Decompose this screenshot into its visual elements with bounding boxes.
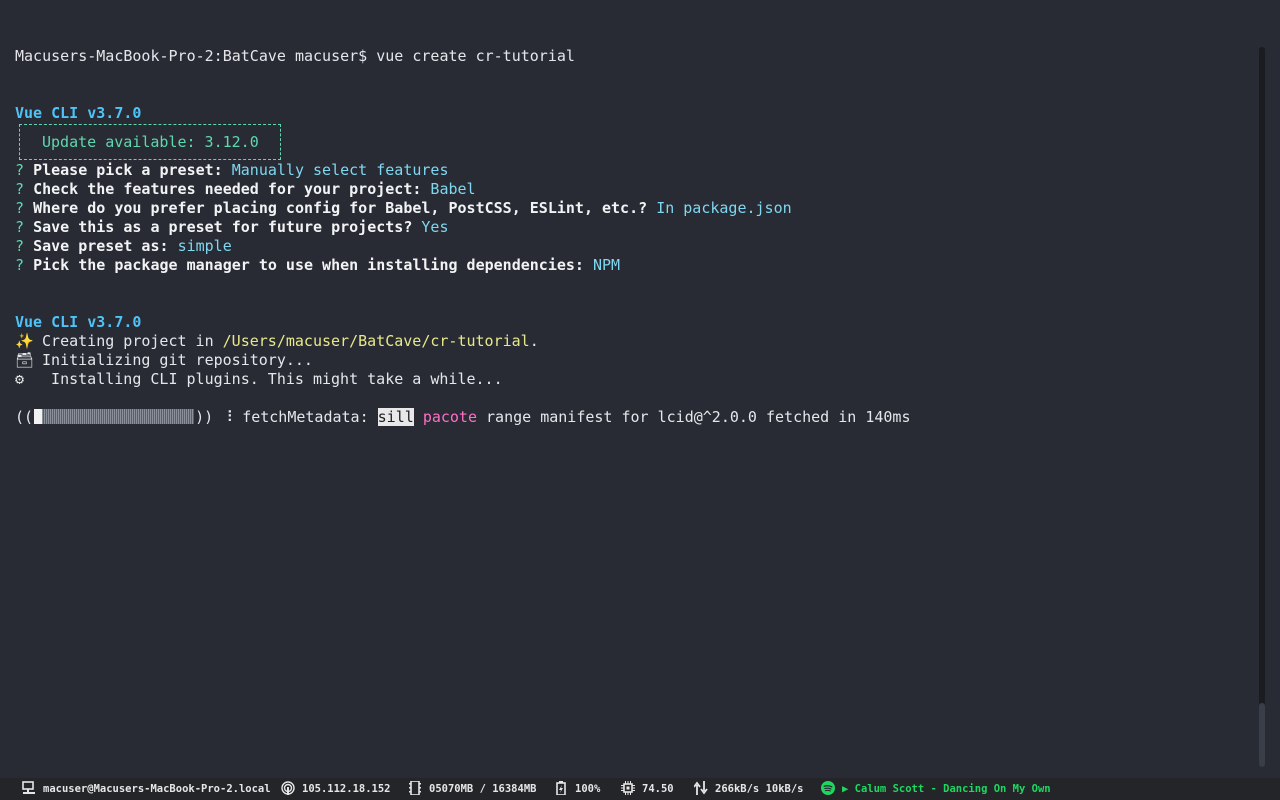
log-level: sill <box>377 408 414 426</box>
question-line: ? Save preset as: simple <box>15 237 232 255</box>
question-answer: Babel <box>430 180 476 198</box>
status-music[interactable]: ▶ Calum Scott - Dancing On My Own <box>821 781 1051 797</box>
question-text: Please pick a preset: <box>33 161 223 179</box>
question-answer: simple <box>177 237 232 255</box>
question-answer: Yes <box>421 218 449 236</box>
status-ip: 105.112.18.152 <box>281 781 391 797</box>
question-text: Check the features needed for your proje… <box>33 180 422 198</box>
computer-icon <box>22 781 35 794</box>
battery-icon <box>556 781 566 795</box>
file-cabinet-icon: 🗃 <box>15 351 35 369</box>
memory-icon <box>409 781 421 795</box>
progress-bar-fill <box>34 409 43 424</box>
question-text: Save this as a preset for future project… <box>33 218 413 236</box>
status-host: macuser@Macusers-MacBook-Pro-2.local <box>22 781 271 797</box>
question-answer: NPM <box>592 256 621 274</box>
scrollbar-thumb[interactable] <box>1259 703 1265 767</box>
sparkles-icon: ✨ <box>15 332 34 350</box>
spotify-icon <box>821 781 835 795</box>
question-answer: Manually select features <box>231 161 449 179</box>
prompt-line: Macusers-MacBook-Pro-2:BatCave macuser$ … <box>15 47 575 65</box>
spinner-icon: ⠸ <box>213 408 243 426</box>
status-cpu: 74.50 <box>621 781 674 797</box>
status-bar: macuser@Macusers-MacBook-Pro-2.local 105… <box>0 778 1280 800</box>
question-text: Pick the package manager to use when ins… <box>33 256 584 274</box>
update-notice-box: Update available: 3.12.0 <box>19 124 281 160</box>
question-line: ? Check the features needed for your pro… <box>15 180 476 198</box>
gear-icon: ⚙ <box>15 370 25 388</box>
progress-line: (()) ⠸ fetchMetadata: sill pacote range … <box>15 408 911 426</box>
creating-project-line: ✨ Creating project in /Users/macuser/Bat… <box>15 332 539 350</box>
network-arrows-icon <box>694 781 708 795</box>
terminal-output[interactable]: Macusers-MacBook-Pro-2:BatCave macuser$ … <box>15 47 1250 427</box>
initializing-git-line: 🗃 Initializing git repository... <box>15 351 313 369</box>
update-notice: Update available: 3.12.0 <box>42 133 259 151</box>
vue-cli-version: Vue CLI v3.7.0 <box>15 104 142 122</box>
project-path: /Users/macuser/BatCave/cr-tutorial <box>222 332 530 350</box>
question-text: Where do you prefer placing config for B… <box>33 199 648 217</box>
question-line: ? Please pick a preset: Manually select … <box>15 161 449 179</box>
status-battery: 100% <box>554 781 600 797</box>
question-line: ? Where do you prefer placing config for… <box>15 199 792 217</box>
wifi-signal-icon <box>281 781 295 795</box>
question-answer: In package.json <box>656 199 792 217</box>
question-line: ? Save this as a preset for future proje… <box>15 218 449 236</box>
vue-cli-version: Vue CLI v3.7.0 <box>15 313 142 331</box>
progress-bar <box>34 409 195 424</box>
question-line: ? Pick the package manager to use when i… <box>15 256 621 274</box>
cpu-icon <box>621 781 635 795</box>
log-module: pacote <box>422 408 477 426</box>
vertical-scrollbar[interactable] <box>1259 47 1265 767</box>
log-message: range manifest for lcid@^2.0.0 fetched i… <box>477 408 911 426</box>
status-network: 266kB/s 10kB/s <box>694 781 804 797</box>
status-memory: 05070MB / 16384MB <box>408 781 536 797</box>
question-text: Save preset as: <box>33 237 169 255</box>
installing-plugins-line: ⚙ Installing CLI plugins. This might tak… <box>15 370 503 388</box>
